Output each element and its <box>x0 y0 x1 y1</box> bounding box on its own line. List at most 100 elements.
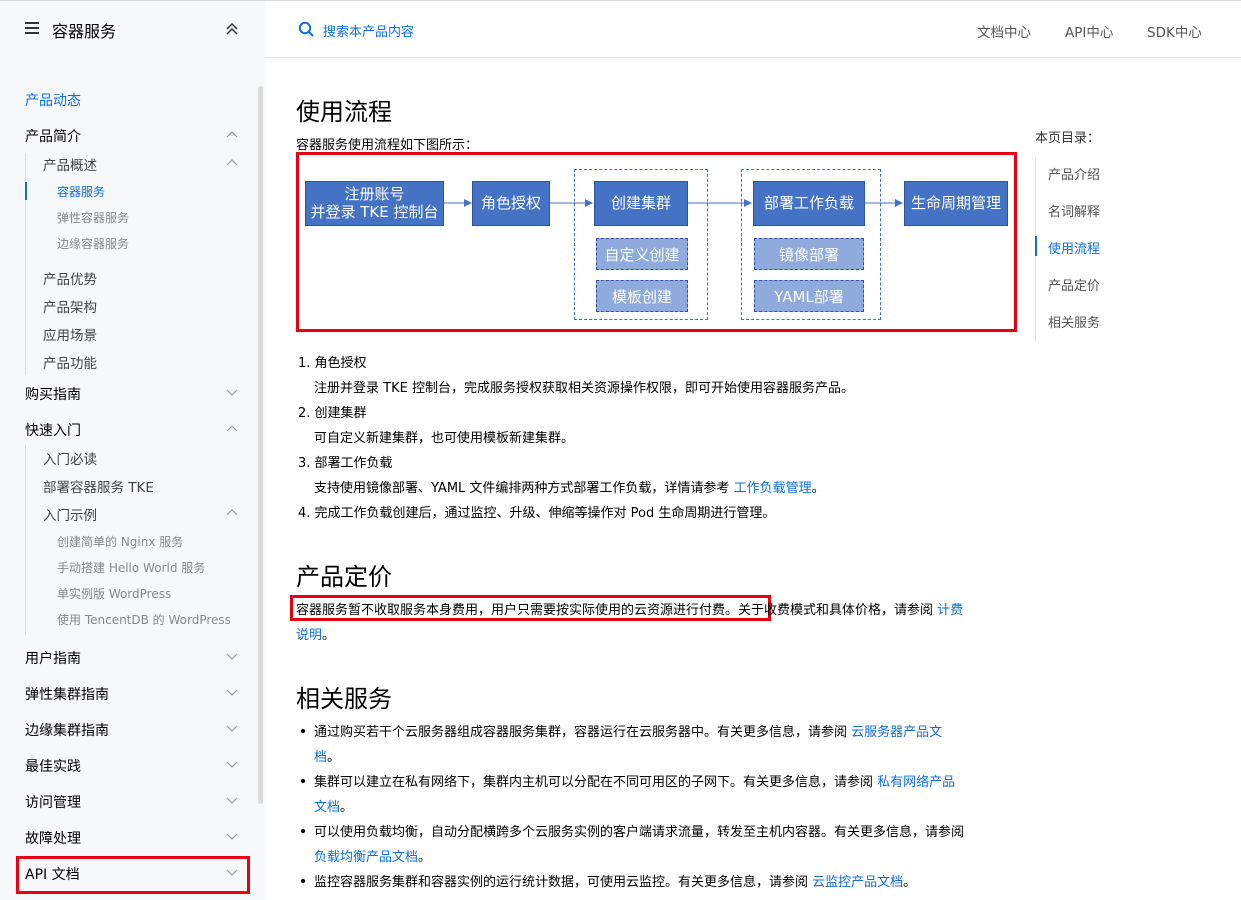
flow-sub-yaml-deploy: YAML部署 <box>754 280 864 312</box>
flow-step-register: 注册账号 并登录 TKE 控制台 <box>305 181 444 226</box>
sidebar-item-elastic-container[interactable]: 弹性容器服务 <box>57 209 129 226</box>
step-2-desc: 可自定义新建集群，也可使用模板新建集群。 <box>314 431 575 446</box>
toc-item-pricing[interactable]: 产品定价 <box>1048 275 1100 294</box>
step-1-title: 1. 角色授权 <box>298 356 367 371</box>
service-vpc-text: 集群可以建立在私有网络下，集群内主机可以分配在不同可用区的子网下。有关更多信息，… <box>314 775 878 790</box>
flow-step-register-line2: 并登录 TKE 控制台 <box>310 202 439 221</box>
pricing-highlight-text: 容器服务暂不收取服务本身费用，用户只需要按实际使用的云资源进行付费。 <box>296 603 739 618</box>
service-monitor-tail: 。 <box>903 875 917 890</box>
sidebar-item-quick-start[interactable]: 快速入门 <box>25 420 81 440</box>
step-2-title: 2. 创建集群 <box>298 406 367 421</box>
bullet-icon <box>301 879 305 883</box>
chevron-up-icon[interactable] <box>225 507 239 517</box>
double-chevron-up-icon[interactable] <box>224 21 240 37</box>
service-item-clb-line2: 负载均衡产品文档。 <box>314 846 431 865</box>
step-3-desc-text: 支持使用镜像部署、YAML 文件编排两种方式部署工作负载，详情请参考 <box>314 481 734 496</box>
sidebar-item-user-guide[interactable]: 用户指南 <box>25 648 81 668</box>
doc-center-link[interactable]: 文档中心 <box>977 21 1031 41</box>
top-bar: 搜索本产品内容 文档中心 API中心 SDK中心 <box>265 1 1241 58</box>
chevron-up-icon[interactable] <box>225 129 239 139</box>
sidebar-header: 容器服务 <box>0 1 265 57</box>
sidebar-title: 容器服务 <box>52 22 117 41</box>
usage-flow-intro: 容器服务使用流程如下图所示： <box>296 138 479 153</box>
sidebar-item-deploy-tke[interactable]: 部署容器服务 TKE <box>43 476 154 496</box>
api-center-link[interactable]: API中心 <box>1065 21 1113 41</box>
flow-sub-template-create: 模板创建 <box>596 280 688 312</box>
vpc-doc-link-cont[interactable]: 文档 <box>314 800 340 815</box>
cvm-doc-link-cont[interactable]: 档 <box>314 750 327 765</box>
chevron-down-icon[interactable] <box>225 759 239 769</box>
sdk-center-link[interactable]: SDK中心 <box>1147 21 1202 41</box>
toc-item-product-intro[interactable]: 产品介绍 <box>1048 164 1100 183</box>
billing-link-cont[interactable]: 说明 <box>296 628 322 643</box>
toc-item-glossary[interactable]: 名词解释 <box>1048 201 1100 220</box>
section-title-pricing: 产品定价 <box>296 563 392 591</box>
section-title-related-services: 相关服务 <box>296 685 392 713</box>
section-title-usage-flow: 使用流程 <box>296 98 392 126</box>
sidebar-item-wordpress-single[interactable]: 单实例版 WordPress <box>57 585 171 602</box>
sidebar-item-troubleshooting[interactable]: 故障处理 <box>25 828 81 848</box>
sidebar-item-access-management[interactable]: 访问管理 <box>25 792 81 812</box>
chevron-down-icon[interactable] <box>225 795 239 805</box>
search-input[interactable]: 搜索本产品内容 <box>323 21 414 40</box>
chevron-down-icon[interactable] <box>225 651 239 661</box>
sidebar-scrollbar[interactable] <box>258 86 263 804</box>
sidebar-item-edge-container[interactable]: 边缘容器服务 <box>57 235 129 252</box>
service-item-clb: 可以使用负载均衡，自动分配横跨多个云服务实例的客户端请求流量，转发至主机内容器。… <box>314 825 965 840</box>
sidebar-item-wordpress-tencentdb[interactable]: 使用 TencentDB 的 WordPress <box>57 611 231 628</box>
sidebar-item-architecture[interactable]: 产品架构 <box>43 296 97 316</box>
flow-step-lifecycle: 生命周期管理 <box>904 181 1008 226</box>
pricing-paragraph: 容器服务暂不收取服务本身费用，用户只需要按实际使用的云资源进行付费。关于收费模式… <box>296 599 963 618</box>
chevron-down-icon[interactable] <box>225 723 239 733</box>
sidebar-item-purchase-guide[interactable]: 购买指南 <box>25 384 81 404</box>
sidebar-item-getting-started[interactable]: 入门必读 <box>43 448 97 468</box>
clb-doc-link[interactable]: 负载均衡产品文档 <box>314 850 418 865</box>
sidebar-item-best-practices[interactable]: 最佳实践 <box>25 756 81 776</box>
chevron-down-icon[interactable] <box>225 831 239 841</box>
sidebar-item-features[interactable]: 产品功能 <box>43 352 97 372</box>
chevron-down-icon[interactable] <box>225 687 239 697</box>
sidebar-item-edge-cluster-guide[interactable]: 边缘集群指南 <box>25 720 109 740</box>
toc-item-usage-flow[interactable]: 使用流程 <box>1048 238 1100 257</box>
pricing-rest-text: 关于收费模式和具体价格，请参阅 <box>738 603 938 618</box>
menu-icon[interactable] <box>25 22 39 36</box>
sidebar-item-product-news[interactable]: 产品动态 <box>25 90 81 110</box>
sidebar-item-nginx-example[interactable]: 创建简单的 Nginx 服务 <box>57 533 183 550</box>
sidebar-item-examples[interactable]: 入门示例 <box>43 504 97 524</box>
vpc-doc-link[interactable]: 私有网络产品 <box>877 775 955 790</box>
toc-active-indicator <box>1035 236 1037 256</box>
chevron-down-icon[interactable] <box>225 387 239 397</box>
search-icon[interactable] <box>298 21 315 38</box>
toc-item-related-services[interactable]: 相关服务 <box>1048 312 1100 331</box>
monitor-doc-link[interactable]: 云监控产品文档 <box>812 875 903 890</box>
workload-management-link[interactable]: 工作负载管理 <box>734 481 812 496</box>
step-4-title: 4. 完成工作负载创建后，通过监控、升级、伸缩等操作对 Pod 生命周期进行管理… <box>298 506 776 521</box>
api-docs-highlight-box <box>16 856 250 894</box>
step-1-desc: 注册并登录 TKE 控制台，完成服务授权获取相关资源操作权限，即可开始使用容器服… <box>314 381 854 396</box>
pricing-paragraph-line2: 说明。 <box>296 624 335 643</box>
chevron-up-icon[interactable] <box>225 157 239 167</box>
chevron-up-icon[interactable] <box>225 423 239 433</box>
sidebar-item-scenarios[interactable]: 应用场景 <box>43 324 97 344</box>
sidebar-item-product-overview[interactable]: 产品概述 <box>43 154 97 174</box>
service-cvm-text: 通过购买若干个云服务器组成容器服务集群，容器运行在云服务器中。有关更多信息，请参… <box>314 725 852 740</box>
flow-sub-image-deploy: 镜像部署 <box>754 238 864 270</box>
sidebar-item-hello-world-example[interactable]: 手动搭建 Hello World 服务 <box>57 559 205 576</box>
sidebar-item-container-service[interactable]: 容器服务 <box>57 183 105 200</box>
service-clb-tail: 。 <box>418 850 432 865</box>
flow-step-create-cluster: 创建集群 <box>594 181 688 226</box>
bullet-icon <box>301 729 305 733</box>
sidebar-item-elastic-cluster-guide[interactable]: 弹性集群指南 <box>25 684 109 704</box>
sidebar: 容器服务 产品动态 产品简介 产品概述 容器服务 弹性容器服务 边缘容器服务 产… <box>0 1 265 900</box>
service-cvm-tail: 。 <box>327 750 341 765</box>
flow-step-authorize: 角色授权 <box>472 181 550 226</box>
bullet-icon <box>301 779 305 783</box>
billing-link[interactable]: 计费 <box>937 603 963 618</box>
usage-flow-diagram: 注册账号 并登录 TKE 控制台 角色授权 创建集群 自定义创建 模板创建 部署工… <box>296 152 1017 332</box>
step-3-desc: 支持使用镜像部署、YAML 文件编排两种方式部署工作负载，详情请参考 工作负载管… <box>314 477 825 496</box>
sidebar-item-product-intro[interactable]: 产品简介 <box>25 126 81 146</box>
step-3-desc-tail: 。 <box>811 481 825 496</box>
cvm-doc-link[interactable]: 云服务器产品文 <box>851 725 942 740</box>
sidebar-item-advantages[interactable]: 产品优势 <box>43 268 97 288</box>
service-item-vpc-line2: 文档。 <box>314 796 353 815</box>
